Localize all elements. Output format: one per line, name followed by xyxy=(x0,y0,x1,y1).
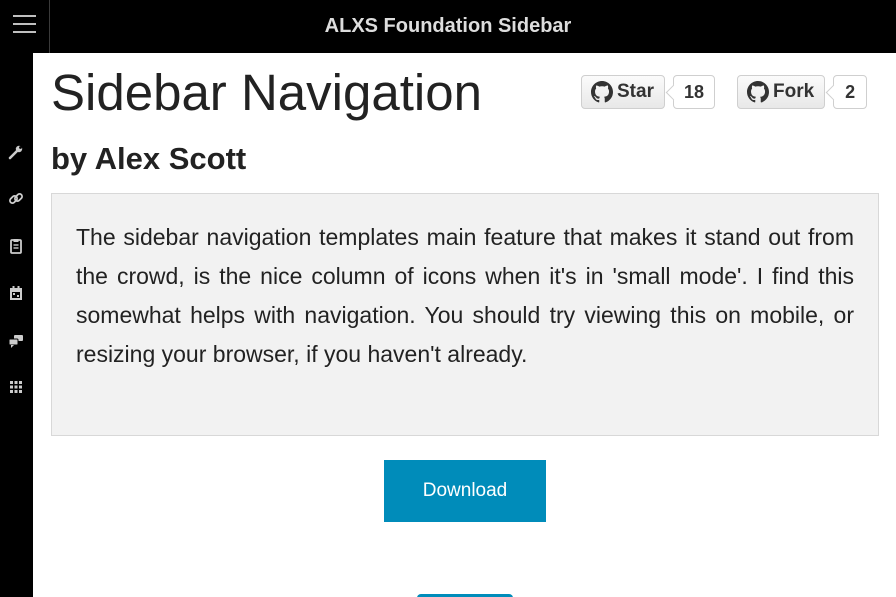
github-fork-group: Fork 2 xyxy=(737,75,868,109)
description-panel: The sidebar navigation templates main fe… xyxy=(51,193,879,436)
hamburger-menu-icon[interactable] xyxy=(0,0,50,53)
description-text: The sidebar navigation templates main fe… xyxy=(76,224,854,367)
clipboard-icon[interactable] xyxy=(7,237,25,255)
fork-count[interactable]: 2 xyxy=(833,75,868,109)
grid-icon[interactable] xyxy=(7,378,25,396)
fork-label: Fork xyxy=(773,81,815,102)
github-icon xyxy=(591,81,613,103)
link-icon[interactable] xyxy=(7,190,25,208)
calendar-icon[interactable] xyxy=(7,284,25,302)
github-star-group: Star 18 xyxy=(581,75,715,109)
download-button[interactable]: Download xyxy=(384,460,546,522)
page-title: Sidebar Navigation xyxy=(51,64,482,121)
github-fork-button[interactable]: Fork xyxy=(737,75,826,109)
page-subtitle: by Alex Scott xyxy=(51,141,247,176)
github-icon xyxy=(747,81,769,103)
top-bar: ALXS Foundation Sidebar xyxy=(0,0,896,53)
app-title: ALXS Foundation Sidebar xyxy=(324,15,572,37)
github-star-button[interactable]: Star xyxy=(581,75,665,109)
star-label: Star xyxy=(617,81,654,102)
wrench-icon[interactable] xyxy=(7,143,25,161)
star-count[interactable]: 18 xyxy=(672,75,715,109)
sidebar xyxy=(0,53,33,597)
chat-icon[interactable] xyxy=(7,331,25,349)
